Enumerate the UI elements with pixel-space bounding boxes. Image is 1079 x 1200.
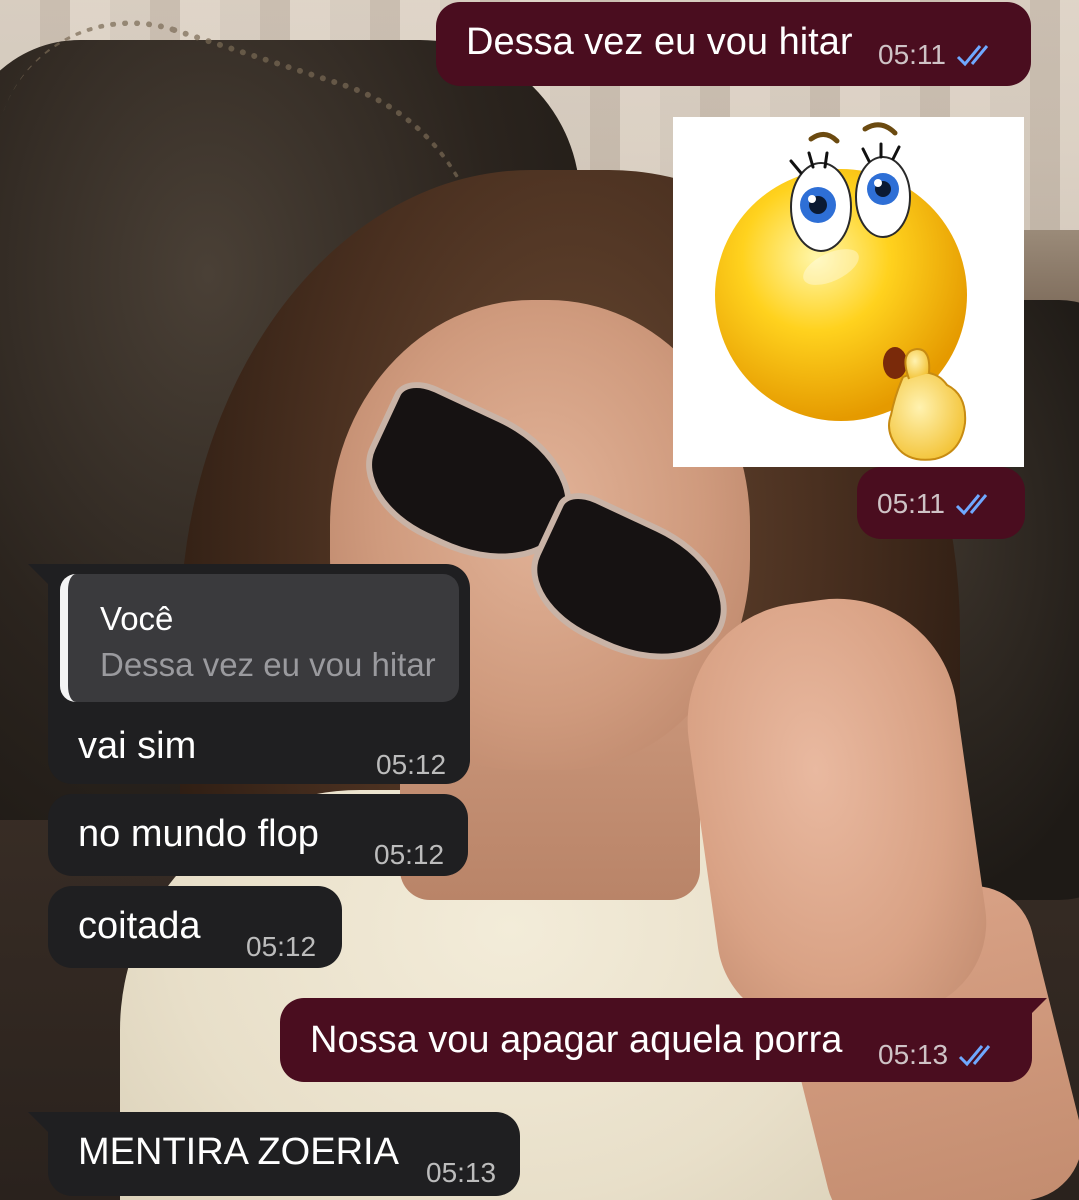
double-check-read-icon <box>959 1045 991 1067</box>
sticker-message[interactable] <box>673 117 1024 467</box>
outgoing-message[interactable]: Dessa vez eu vou hitar 05:11 <box>436 2 1031 86</box>
bubble-tail <box>28 1112 50 1134</box>
incoming-message[interactable]: coitada 05:12 <box>48 886 342 968</box>
incoming-message[interactable]: MENTIRA ZOERIA 05:13 <box>48 1112 520 1196</box>
message-meta: 05:11 <box>877 489 999 519</box>
message-text: MENTIRA ZOERIA <box>78 1131 399 1173</box>
message-meta: 05:13 <box>426 1158 496 1188</box>
message-meta: 05:12 <box>376 750 446 780</box>
message-time: 05:12 <box>246 931 317 962</box>
outgoing-message[interactable]: Nossa vou apagar aquela porra 05:13 <box>280 998 1032 1082</box>
message-meta: 05:12 <box>246 932 316 962</box>
message-time: 05:13 <box>426 1157 497 1188</box>
message-text: no mundo flop <box>78 813 319 855</box>
double-check-read-icon <box>955 494 988 516</box>
message-time: 05:12 <box>376 749 447 780</box>
thinking-face-emoji-icon <box>715 122 967 461</box>
incoming-message[interactable]: Você Dessa vez eu vou hitar vai sim 05:1… <box>48 564 470 784</box>
reply-author: Você <box>100 600 174 637</box>
message-text: vai sim <box>78 725 197 767</box>
chat-message-list[interactable]: Dessa vez eu vou hitar 05:11 05:11 Você … <box>0 0 1079 1200</box>
message-time: 05:11 <box>877 488 945 519</box>
message-time: 05:12 <box>374 839 445 870</box>
bubble-tail <box>28 564 50 586</box>
sticker-meta-bubble: 05:11 <box>857 467 1025 539</box>
message-text: Nossa vou apagar aquela porra <box>310 1019 843 1061</box>
message-text: Dessa vez eu vou hitar <box>466 21 853 63</box>
message-meta: 05:12 <box>374 840 444 870</box>
message-meta: 05:11 <box>878 40 1000 70</box>
reply-quote[interactable]: Você Dessa vez eu vou hitar <box>60 574 459 702</box>
message-meta: 05:13 <box>878 1040 1002 1070</box>
incoming-message[interactable]: no mundo flop 05:12 <box>48 794 468 876</box>
reply-text: Dessa vez eu vou hitar <box>100 646 436 683</box>
message-time: 05:13 <box>878 1039 949 1070</box>
double-check-read-icon <box>956 45 989 67</box>
message-time: 05:11 <box>878 39 946 70</box>
message-text: coitada <box>78 905 201 947</box>
